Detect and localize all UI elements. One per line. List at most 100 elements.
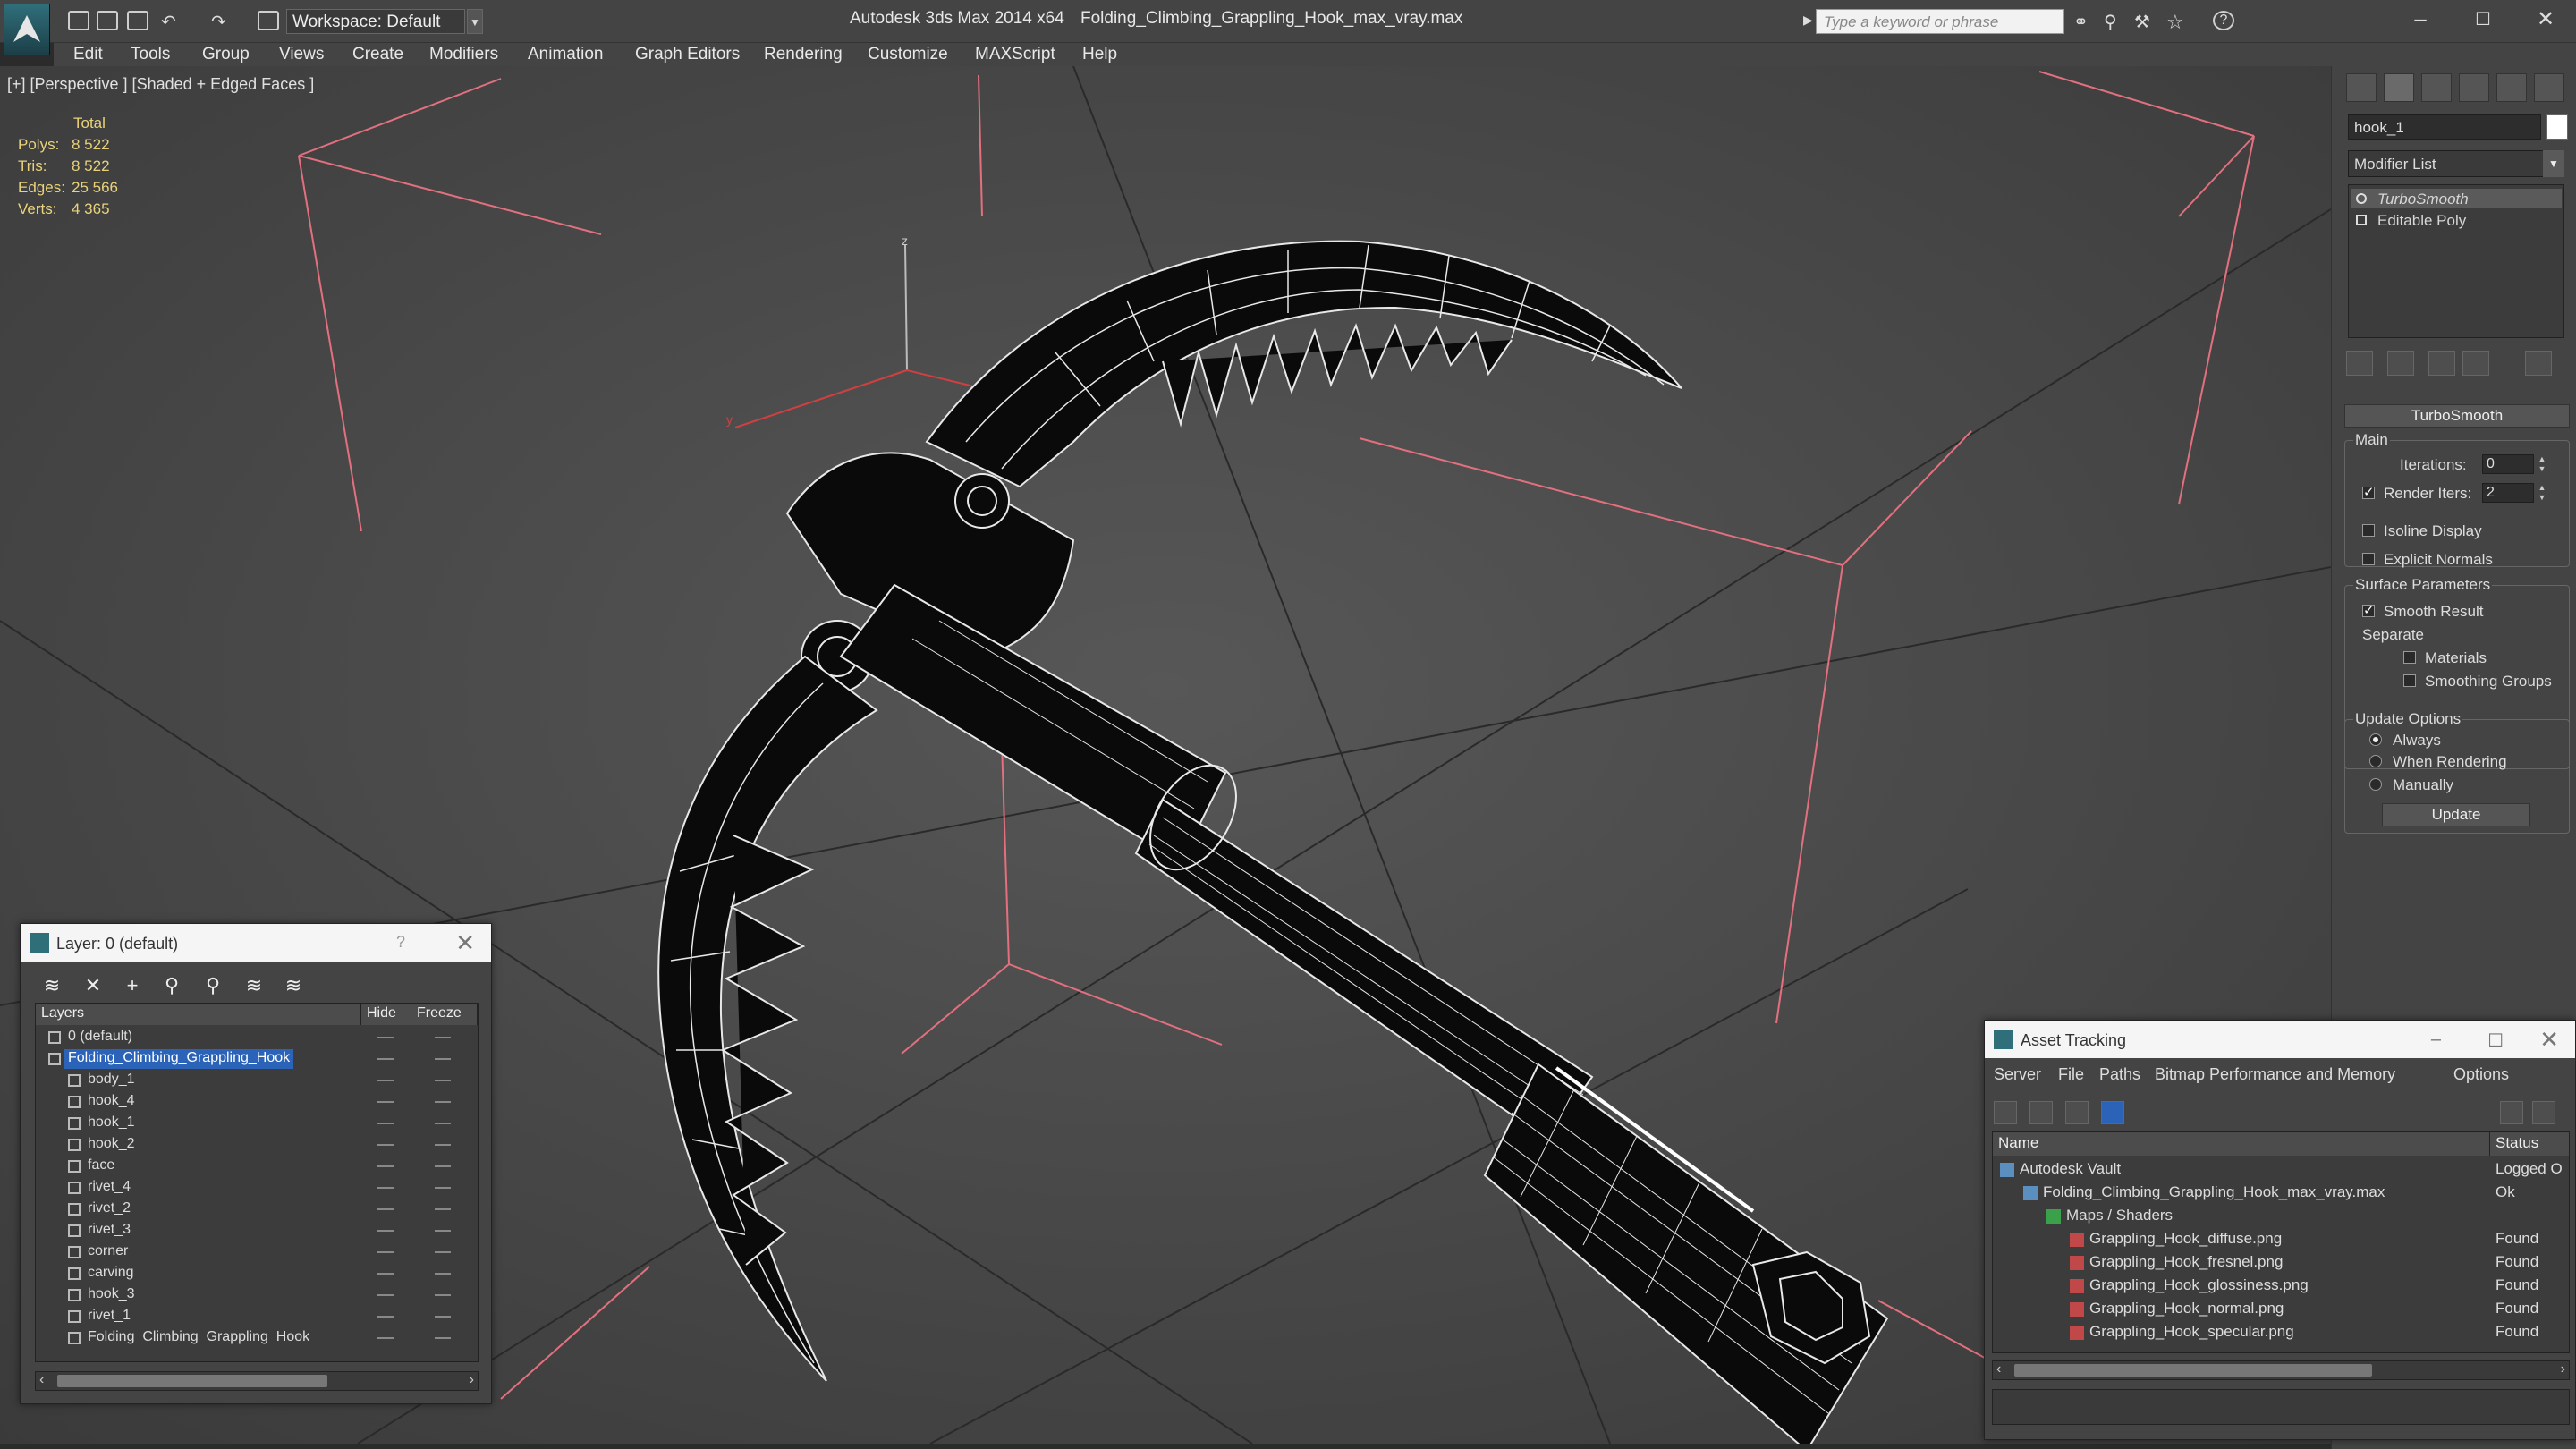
pin-stack-icon[interactable] <box>2346 351 2373 376</box>
asset-row[interactable]: Grappling_Hook_fresnel.png Found <box>1993 1250 2569 1274</box>
hide-toggle[interactable] <box>377 1165 394 1167</box>
hide-toggle[interactable] <box>377 1337 394 1339</box>
stack-item-editable-poly[interactable]: Editable Poly <box>2351 210 2562 230</box>
freeze-toggle[interactable] <box>435 1230 451 1232</box>
freeze-column-header[interactable]: Freeze <box>411 1004 478 1025</box>
freeze-toggle[interactable] <box>435 1294 451 1296</box>
asset-status-column-header[interactable]: Status <box>2490 1132 2569 1156</box>
search-input[interactable]: Type a keyword or phrase <box>1816 9 2064 34</box>
workspace-dropdown[interactable]: Workspace: Default <box>286 9 465 34</box>
layer-scroll-thumb[interactable] <box>57 1375 327 1387</box>
freeze-toggle[interactable] <box>435 1273 451 1275</box>
asset-minimize-icon[interactable]: – <box>2431 1030 2441 1050</box>
iterations-spinner-arrows-icon[interactable]: ▲ ▼ <box>2536 454 2548 474</box>
layers-column-header[interactable]: Layers <box>36 1004 361 1025</box>
star-icon[interactable]: ☆ <box>2166 11 2188 33</box>
hierarchy-tab-icon[interactable] <box>2421 73 2452 102</box>
menu-views[interactable]: Views <box>279 45 324 64</box>
freeze-toggle[interactable] <box>435 1080 451 1081</box>
modifier-list-dropdown[interactable]: Modifier List <box>2348 150 2564 177</box>
lightbulb-icon[interactable] <box>2356 193 2367 204</box>
asset-row[interactable]: Grappling_Hook_normal.png Found <box>1993 1297 2569 1320</box>
search-expand-icon[interactable]: ▶ <box>1803 13 1813 30</box>
asset-close-icon[interactable]: ✕ <box>2539 1026 2559 1054</box>
highlight-layer-icon[interactable]: ⚲ <box>201 974 225 997</box>
scroll-left-icon[interactable]: ‹ <box>39 1372 44 1388</box>
create-tab-icon[interactable] <box>2346 73 2377 102</box>
menu-tools[interactable]: Tools <box>131 45 170 64</box>
menu-rendering[interactable]: Rendering <box>764 45 843 64</box>
materials-checkbox[interactable] <box>2403 651 2416 664</box>
freeze-toggle[interactable] <box>435 1187 451 1189</box>
small-icons-view-icon[interactable] <box>2065 1101 2089 1124</box>
add-to-layer-icon[interactable]: + <box>121 974 144 997</box>
manually-radio[interactable] <box>2369 778 2382 791</box>
freeze-toggle[interactable] <box>435 1144 451 1146</box>
asset-row[interactable]: Maps / Shaders <box>1993 1204 2569 1227</box>
expand-icon[interactable] <box>2356 215 2367 225</box>
layer-row[interactable]: body_1 <box>36 1070 478 1091</box>
hide-toggle[interactable] <box>377 1208 394 1210</box>
redo-icon[interactable]: ↷ <box>211 11 233 32</box>
asset-row[interactable]: Grappling_Hook_glossiness.png Found <box>1993 1274 2569 1297</box>
freeze-toggle[interactable] <box>435 1316 451 1318</box>
hide-toggle[interactable] <box>377 1037 394 1038</box>
list-view-icon[interactable] <box>2029 1101 2053 1124</box>
make-unique-icon[interactable] <box>2428 351 2455 376</box>
communication-center-icon[interactable]: ⚲ <box>2104 11 2125 32</box>
freeze-toggle[interactable] <box>435 1165 451 1167</box>
undo-icon[interactable]: ↶ <box>161 11 182 32</box>
layer-row[interactable]: corner <box>36 1241 478 1263</box>
asset-menu-paths[interactable]: Paths <box>2099 1065 2140 1084</box>
hide-column-header[interactable]: Hide <box>361 1004 411 1025</box>
configure-modifier-sets-icon[interactable] <box>2525 351 2552 376</box>
hide-toggle[interactable] <box>377 1273 394 1275</box>
freeze-toggle[interactable] <box>435 1337 451 1339</box>
asset-scroll-thumb[interactable] <box>2014 1364 2372 1377</box>
stack-item-turbosmooth[interactable]: TurboSmooth <box>2351 189 2562 208</box>
hide-unhide-all-icon[interactable]: ≋ <box>242 974 266 997</box>
layer-row[interactable]: rivet_1 <box>36 1306 478 1327</box>
scroll-left-icon[interactable]: ‹ <box>1996 1361 2001 1377</box>
layer-row[interactable]: hook_1 <box>36 1113 478 1134</box>
asset-horizontal-scrollbar[interactable]: ‹ › <box>1992 1360 2570 1380</box>
freeze-toggle[interactable] <box>435 1208 451 1210</box>
layer-row[interactable]: rivet_2 <box>36 1199 478 1220</box>
render-iters-checkbox[interactable] <box>2362 484 2375 500</box>
layer-row[interactable]: 0 (default) <box>36 1027 478 1048</box>
smoothing-groups-checkbox[interactable] <box>2403 674 2416 687</box>
scroll-right-icon[interactable]: › <box>470 1372 474 1388</box>
explicit-normals-checkbox[interactable] <box>2362 553 2375 565</box>
layer-row[interactable]: Folding_Climbing_Grappling_Hook <box>36 1048 478 1070</box>
minimize-icon[interactable]: – <box>2394 4 2447 36</box>
hide-toggle[interactable] <box>377 1230 394 1232</box>
layer-help-icon[interactable]: ? <box>396 933 405 952</box>
menu-create[interactable]: Create <box>352 45 403 64</box>
layer-row[interactable]: face <box>36 1156 478 1177</box>
asset-path-field[interactable] <box>1992 1389 2570 1425</box>
when-rendering-radio[interactable] <box>2369 755 2382 767</box>
menu-modifiers[interactable]: Modifiers <box>429 45 498 64</box>
smooth-result-checkbox[interactable] <box>2362 602 2375 618</box>
table-view-icon[interactable] <box>2101 1101 2124 1124</box>
scroll-right-icon[interactable]: › <box>2561 1361 2565 1377</box>
hide-toggle[interactable] <box>377 1144 394 1146</box>
layer-window-titlebar[interactable]: Layer: 0 (default) ? ✕ <box>21 924 491 962</box>
layer-row[interactable]: hook_2 <box>36 1134 478 1156</box>
asset-row[interactable]: Folding_Climbing_Grappling_Hook_max_vray… <box>1993 1181 2569 1204</box>
asset-maximize-icon[interactable]: ☐ <box>2487 1030 2504 1052</box>
freeze-toggle[interactable] <box>435 1251 451 1253</box>
binoculars-icon[interactable]: ⚭ <box>2073 11 2095 32</box>
asset-row[interactable]: Grappling_Hook_diffuse.png Found <box>1993 1227 2569 1250</box>
hide-toggle[interactable] <box>377 1187 394 1189</box>
asset-window-titlebar[interactable]: Asset Tracking – ☐ ✕ <box>1985 1021 2575 1058</box>
refresh-icon[interactable] <box>1994 1101 2017 1124</box>
object-name-field[interactable]: hook_1 <box>2348 114 2541 140</box>
menu-customize[interactable]: Customize <box>868 45 948 64</box>
freeze-unfreeze-all-icon[interactable]: ≋ <box>282 974 305 997</box>
isoline-display-checkbox[interactable] <box>2362 524 2375 537</box>
app-logo-icon[interactable] <box>4 4 50 55</box>
close-icon[interactable]: ✕ <box>2519 4 2572 36</box>
update-button[interactable]: Update <box>2382 803 2530 826</box>
layer-row[interactable]: hook_4 <box>36 1091 478 1113</box>
